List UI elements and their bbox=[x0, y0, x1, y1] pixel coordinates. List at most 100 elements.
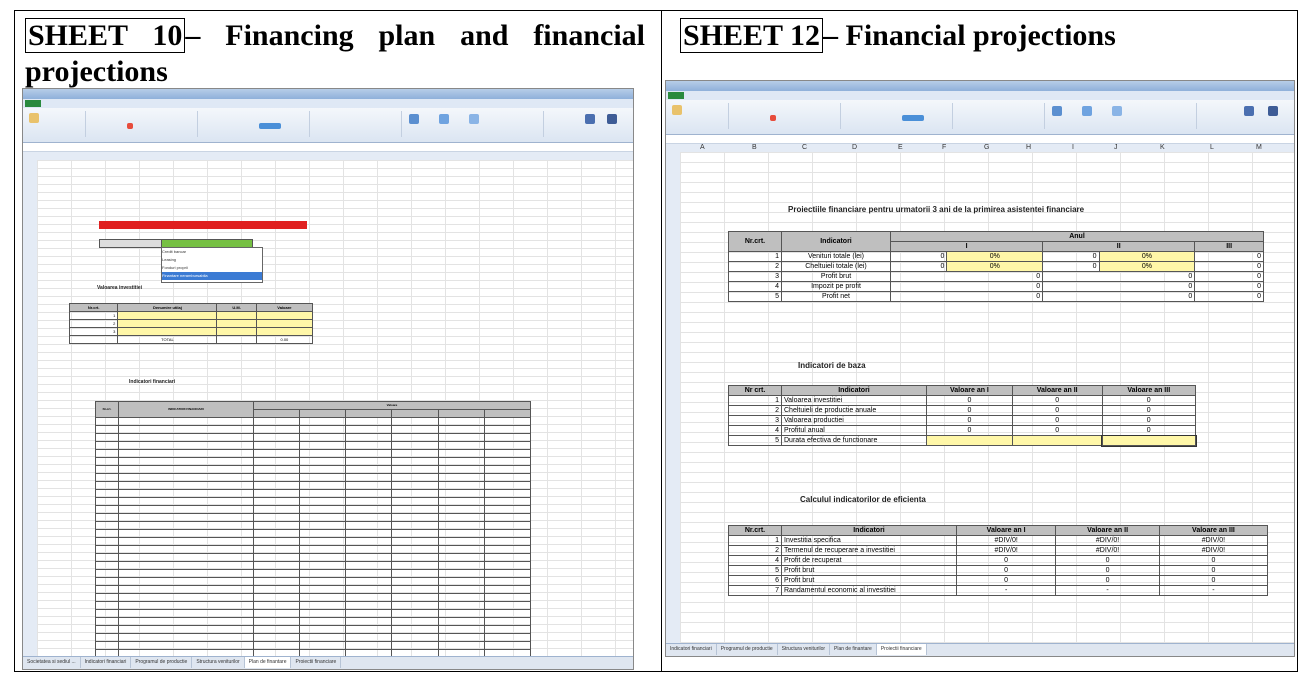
font-color-icon[interactable] bbox=[127, 123, 133, 129]
t2-cell[interactable] bbox=[926, 435, 1013, 446]
cell-styles-icon[interactable] bbox=[469, 114, 479, 124]
t1-cell[interactable]: 0% bbox=[1098, 261, 1196, 272]
investment-caption: Valoarea investitiei bbox=[97, 285, 143, 291]
ind-cell bbox=[437, 569, 485, 578]
t1-cell: 4 bbox=[728, 281, 782, 292]
t1-cell[interactable]: 0% bbox=[946, 261, 1044, 272]
ind-cell bbox=[483, 465, 532, 474]
sort-filter-icon[interactable] bbox=[585, 114, 595, 124]
t1-header: Indicatori bbox=[781, 231, 891, 252]
inv-header: Denumire utilaj bbox=[117, 303, 218, 312]
ind-cell bbox=[437, 457, 485, 466]
ind-cell bbox=[345, 417, 393, 426]
dropdown-option[interactable]: Fonduri proprii bbox=[162, 264, 262, 272]
excel-ribbon bbox=[23, 108, 633, 143]
ind-cell bbox=[299, 441, 347, 450]
dropdown-option[interactable]: Credit bancar bbox=[162, 248, 262, 256]
inv-cell[interactable] bbox=[216, 327, 257, 336]
merge-center-icon[interactable] bbox=[902, 115, 924, 121]
ind-cell bbox=[483, 537, 532, 546]
ind-cell bbox=[252, 617, 301, 626]
sort-filter-icon[interactable] bbox=[1244, 106, 1254, 116]
ind-cell bbox=[299, 529, 347, 538]
sheet-tab[interactable]: Societatea si sediul ... bbox=[23, 657, 81, 668]
ind-cell bbox=[345, 553, 393, 562]
t2-cell: 0 bbox=[1101, 415, 1197, 426]
ind-cell bbox=[299, 585, 347, 594]
inv-cell[interactable] bbox=[117, 327, 218, 336]
ind-cell bbox=[391, 521, 439, 530]
ind-cell bbox=[483, 617, 532, 626]
ind-cell bbox=[118, 481, 254, 490]
paste-icon[interactable] bbox=[29, 113, 39, 123]
inv-cell[interactable] bbox=[216, 319, 257, 328]
col-header: G bbox=[984, 144, 990, 151]
sheet-tab[interactable]: Programul de productie bbox=[131, 657, 193, 668]
ribbon-group-editing bbox=[1198, 103, 1292, 129]
file-button[interactable] bbox=[25, 100, 41, 107]
ind-cell bbox=[437, 465, 485, 474]
sheet-tab[interactable]: Indicatori financiari bbox=[81, 657, 132, 668]
ind-header: INDICATORI FINANCIARI bbox=[118, 401, 254, 418]
t2-cell-selected[interactable] bbox=[1101, 434, 1197, 447]
t2-cell: 0 bbox=[926, 405, 1013, 416]
ind-cell bbox=[391, 425, 439, 434]
file-button[interactable] bbox=[668, 92, 684, 99]
table-format-icon[interactable] bbox=[1082, 106, 1092, 116]
ind-cell bbox=[483, 457, 532, 466]
ind-row bbox=[95, 529, 532, 538]
inv-cell[interactable] bbox=[216, 311, 257, 320]
ind-row bbox=[95, 537, 532, 546]
ind-cell bbox=[437, 609, 485, 618]
table-format-icon[interactable] bbox=[439, 114, 449, 124]
conditional-format-icon[interactable] bbox=[409, 114, 419, 124]
sheet-tab[interactable]: Indicatori financiari bbox=[666, 644, 717, 655]
ind-cell bbox=[252, 537, 301, 546]
merge-center-icon[interactable] bbox=[259, 123, 281, 129]
t1-cell[interactable]: 0% bbox=[1098, 251, 1196, 262]
inv-cell[interactable] bbox=[255, 327, 314, 336]
ind-subheader bbox=[437, 409, 485, 418]
sheet-tab[interactable]: Structura veniturilor bbox=[192, 657, 245, 668]
t1-cell: 0 bbox=[889, 291, 1044, 302]
ind-cell bbox=[252, 577, 301, 586]
sheet-tab[interactable]: Proiectii financiare bbox=[291, 657, 342, 668]
font-color-icon[interactable] bbox=[770, 115, 776, 121]
dropdown-list[interactable]: Credit bancar Leasing Fonduri proprii Fi… bbox=[161, 247, 263, 283]
inv-cell: 2 bbox=[68, 319, 119, 328]
find-select-icon[interactable] bbox=[1268, 106, 1278, 116]
sheet-tab-active[interactable]: Plan de finantare bbox=[244, 657, 292, 668]
dropdown-option[interactable]: Leasing bbox=[162, 256, 262, 264]
cell-styles-icon[interactable] bbox=[1112, 106, 1122, 116]
sheet-tab[interactable]: Programul de productie bbox=[717, 644, 778, 655]
ind-cell bbox=[345, 433, 393, 442]
ind-cell bbox=[118, 505, 254, 514]
excel-screenshot-left: Credit bancar Leasing Fonduri proprii Fi… bbox=[22, 88, 634, 670]
ind-cell bbox=[118, 545, 254, 554]
ind-row bbox=[95, 521, 532, 530]
conditional-format-icon[interactable] bbox=[1052, 106, 1062, 116]
inv-cell[interactable] bbox=[255, 319, 314, 328]
ind-cell bbox=[118, 529, 254, 538]
ind-cell bbox=[252, 473, 301, 482]
t1-cell[interactable]: 0% bbox=[946, 251, 1044, 262]
inv-cell[interactable] bbox=[255, 311, 314, 320]
ind-cell bbox=[345, 529, 393, 538]
ind-row bbox=[95, 433, 532, 442]
t2-cell[interactable] bbox=[1011, 435, 1103, 446]
paste-icon[interactable] bbox=[672, 105, 682, 115]
sheet-tab-active[interactable]: Proiectii financiare bbox=[876, 644, 927, 655]
sheet-tab[interactable]: Structura veniturilor bbox=[778, 644, 831, 655]
dropdown-option-selected[interactable]: Finantare nerambursabila bbox=[162, 272, 262, 280]
inv-cell[interactable] bbox=[117, 319, 218, 328]
ind-cell bbox=[483, 505, 532, 514]
inv-cell[interactable] bbox=[117, 311, 218, 320]
formula-bar[interactable] bbox=[666, 135, 1294, 144]
ind-cell bbox=[391, 641, 439, 650]
sheet-tab[interactable]: Plan de finantare bbox=[830, 644, 877, 655]
ind-cell bbox=[252, 505, 301, 514]
ind-cell bbox=[118, 433, 254, 442]
formula-bar[interactable] bbox=[23, 143, 633, 152]
ind-cell bbox=[252, 417, 301, 426]
find-select-icon[interactable] bbox=[607, 114, 617, 124]
